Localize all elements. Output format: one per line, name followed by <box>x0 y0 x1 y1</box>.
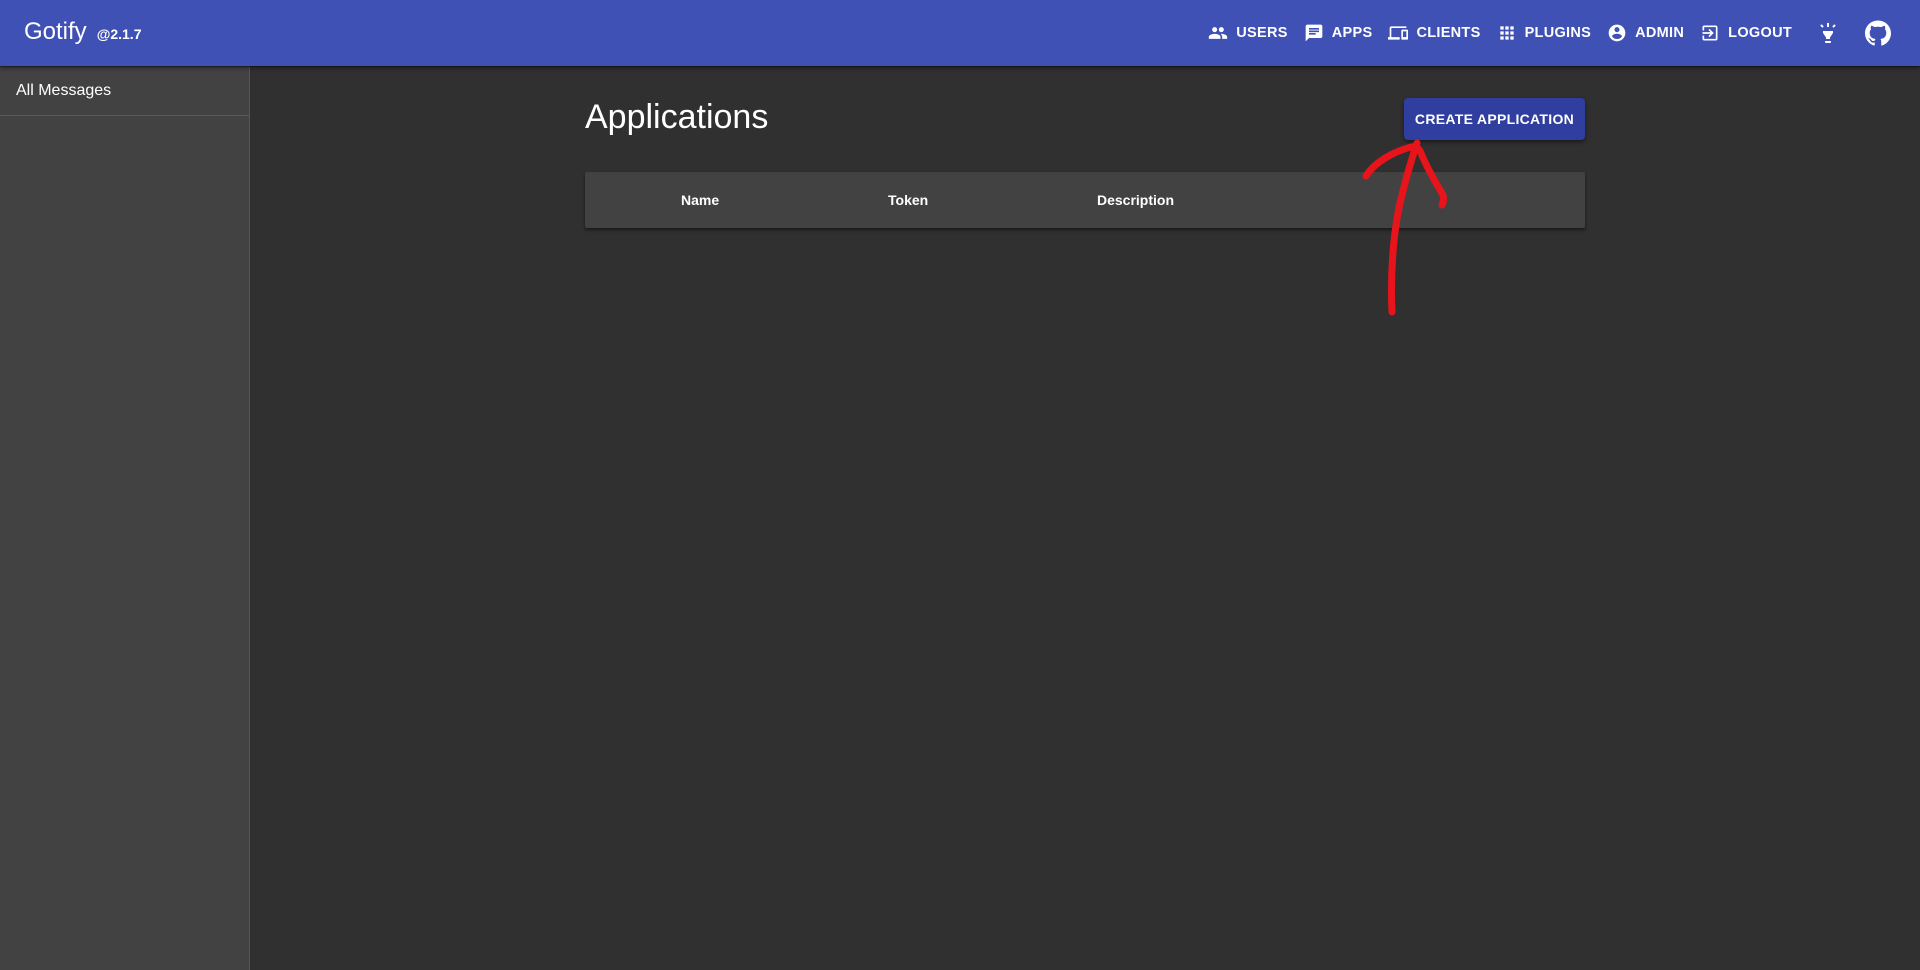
theme-toggle-button[interactable] <box>1806 11 1850 55</box>
applications-table: Name Token Description <box>585 172 1585 228</box>
nav-logout-label: LOGOUT <box>1728 25 1792 41</box>
brand: Gotify @2.1.7 <box>24 18 141 46</box>
main-content: Applications CREATE APPLICATION Name Tok… <box>585 66 1585 228</box>
create-application-button[interactable]: CREATE APPLICATION <box>1404 98 1585 140</box>
chat-icon <box>1304 23 1324 43</box>
sidebar-item-all-messages[interactable]: All Messages <box>0 66 249 116</box>
top-nav: USERS APPS CLIENTS PLUGINS ADMIN LOGOUT <box>1200 0 1920 66</box>
devices-icon <box>1388 23 1409 43</box>
nav-plugins-button[interactable]: PLUGINS <box>1491 13 1598 53</box>
column-header-token[interactable]: Token <box>888 172 928 228</box>
github-icon <box>1865 20 1891 46</box>
github-link[interactable] <box>1856 11 1900 55</box>
column-header-name[interactable]: Name <box>681 172 719 228</box>
lightbulb-icon <box>1816 21 1840 45</box>
sidebar-item-label: All Messages <box>16 81 112 99</box>
nav-admin-button[interactable]: ADMIN <box>1601 13 1690 53</box>
nav-users-label: USERS <box>1236 25 1288 41</box>
nav-logout-button[interactable]: LOGOUT <box>1694 13 1798 53</box>
nav-clients-button[interactable]: CLIENTS <box>1382 13 1486 53</box>
nav-plugins-label: PLUGINS <box>1524 25 1592 41</box>
sidebar: All Messages <box>0 66 250 970</box>
page-header: Applications CREATE APPLICATION <box>585 66 1585 172</box>
app-version: @2.1.7 <box>96 26 142 42</box>
apps-grid-icon <box>1497 23 1517 43</box>
nav-admin-label: ADMIN <box>1635 25 1685 41</box>
account-circle-icon <box>1607 23 1627 43</box>
exit-icon <box>1700 23 1720 43</box>
users-icon <box>1208 23 1228 43</box>
app-title[interactable]: Gotify <box>24 18 87 46</box>
nav-apps-label: APPS <box>1331 25 1373 41</box>
nav-users-button[interactable]: USERS <box>1202 13 1293 53</box>
column-header-description[interactable]: Description <box>1097 172 1174 228</box>
nav-clients-label: CLIENTS <box>1416 25 1481 41</box>
app-bar: Gotify @2.1.7 USERS APPS CLIENTS PLUGINS… <box>0 0 1920 66</box>
page-title: Applications <box>585 98 769 136</box>
nav-apps-button[interactable]: APPS <box>1298 13 1379 53</box>
